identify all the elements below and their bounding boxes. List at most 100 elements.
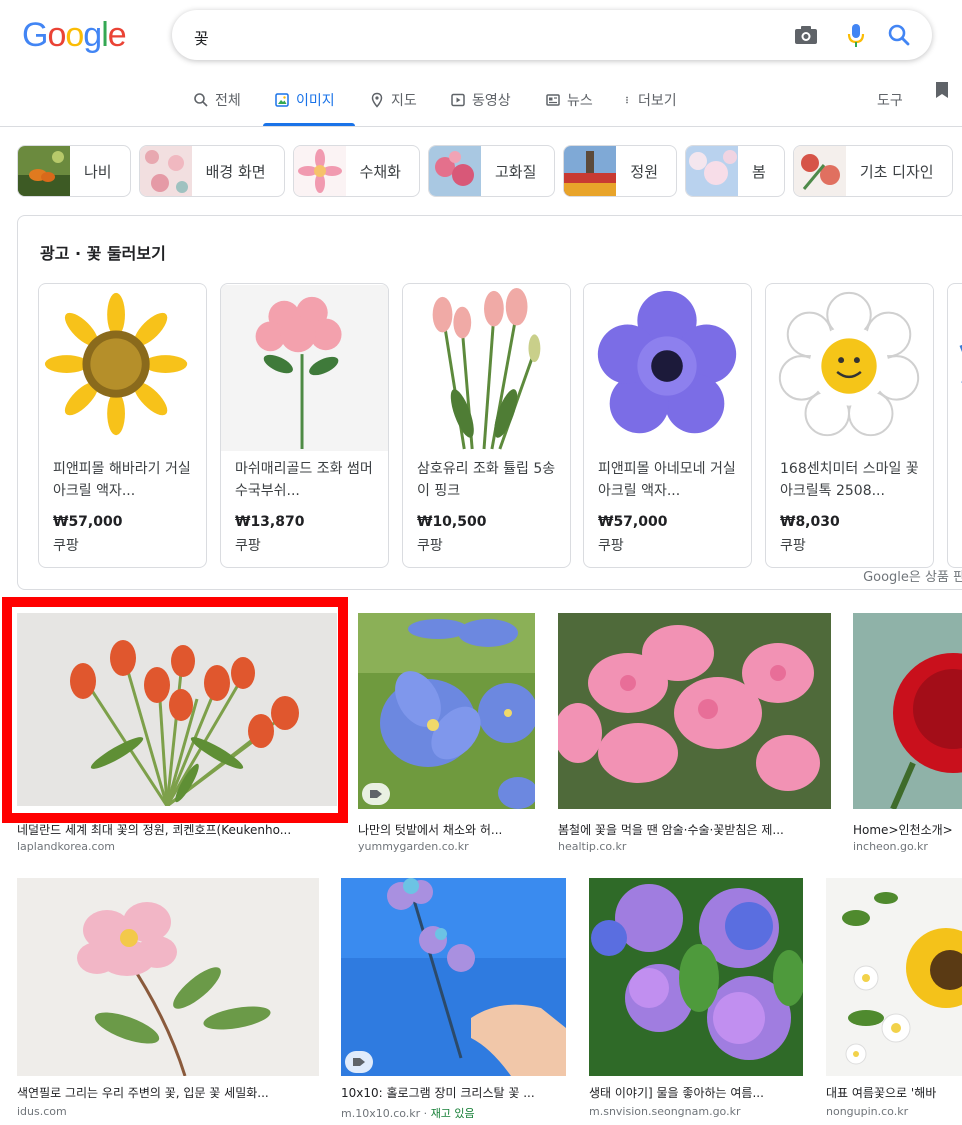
image-result[interactable]: 10x10: 홀로그램 장미 크리스탈 꽃 ... m.10x10.co.kr … [341,878,566,1125]
chip-watercolor[interactable]: 수채화 [292,145,420,197]
result-source: healtip.co.kr [558,840,627,853]
tab-all[interactable]: 전체 [193,90,241,110]
chip-butterfly[interactable]: 나비 [17,145,131,197]
product-price: ₩10,500 [417,514,487,530]
product-image [766,284,933,452]
tab-images[interactable]: 이미지 [274,90,335,110]
result-image [341,878,566,1076]
product-name: 피앤피몰 아네모네 거실 아크릴 액자... [598,461,736,499]
search-icon[interactable] [886,22,912,48]
in-stock-label: 재고 있음 [430,1107,475,1120]
search-tabs: 전체 이미지 지도 동영상 뉴스 더보기 도구 [0,60,962,127]
image-result[interactable]: 나만의 텃밭에서 채소와 허... yummygarden.co.kr [358,613,535,855]
result-image [589,878,803,1076]
search-icon [194,93,208,107]
result-title: 10x10: 홀로그램 장미 크리스탈 꽃 ... [341,1086,535,1100]
product-card[interactable]: 마쉬매리골드 조화 썸머 수국부쉬... ₩13,870 쿠팡 [220,283,389,568]
product-image [403,284,570,452]
mic-icon[interactable] [844,21,868,49]
result-title: 색연필로 그리는 우리 주변의 꽃, 입문 꽃 세밀화... [17,1086,269,1100]
image-icon [275,93,289,107]
chip-thumbnail [293,146,346,196]
chip-garden[interactable]: 정원 [563,145,677,197]
chip-wallpaper[interactable]: 배경 화면 [138,145,285,197]
image-result[interactable]: 네덜란드 세계 최대 꽃의 정원, 쾨켄호프(Keukenho... lapla… [17,613,337,855]
image-result[interactable]: 생태 이야기] 물을 좋아하는 여름... m.snvision.seongna… [589,878,803,1125]
result-image [853,613,962,809]
product-image [221,284,388,452]
result-title: 나만의 텃밭에서 채소와 허... [358,823,503,837]
product-store: 쿠팡 [417,538,443,554]
price-tag-icon [345,1051,373,1073]
product-card[interactable]: 피앤피몰 해바라기 거실 아크릴 액자... ₩57,000 쿠팡 [38,283,207,568]
play-icon [451,93,465,107]
price-tag-icon [362,783,390,805]
chip-basic-design[interactable]: 기초 디자인 [792,145,953,197]
product-name: 피앤피몰 해바라기 거실 아크릴 액자... [53,461,191,499]
search-input[interactable]: 꽃 [194,25,209,49]
product-image [39,284,206,452]
product-price: ₩57,000 [598,514,668,530]
result-title: 네덜란드 세계 최대 꽃의 정원, 쾨켄호프(Keukenho... [17,823,292,837]
shopping-ads-panel: 광고 · 꽃 둘러보기 피앤피몰 해바라기 거실 아크릴 액자... ₩57,0… [17,215,962,590]
ads-disclaimer[interactable]: Google은 상품 판디 [863,566,962,585]
product-image [948,288,962,448]
product-price: ₩57,000 [53,514,123,530]
active-tab-indicator [263,123,355,126]
product-name: 삼호유리 조화 튤립 5송이 핑크 [417,461,556,499]
product-store: 쿠팡 [235,538,261,554]
product-store: 쿠팡 [780,538,806,554]
result-image [17,613,337,806]
chip-thumbnail [18,146,70,196]
product-name: 168센치미터 스마일 꽃 아크릴톡 2508... [780,461,919,499]
image-result[interactable]: 대표 여름꽃으로 '해바 nongupin.co.kr [826,878,962,1125]
tools-button[interactable]: 도구 [877,90,903,110]
product-image [584,284,751,452]
result-title: 봄철에 꽃을 먹을 땐 암술·수술·꽃받침은 제... [558,823,784,837]
result-source: m.snvision.seongnam.go.kr [589,1105,741,1118]
product-name: 마쉬매리골드 조화 썸머 수국부쉬... [235,461,373,499]
ads-title: 광고 · 꽃 둘러보기 [40,244,166,263]
more-vert-icon [626,96,628,104]
result-image [17,878,319,1076]
result-source: nongupin.co.kr [826,1105,909,1118]
related-search-chips: 나비 배경 화면 수채화 고화질 정원 봄 기초 디자인 [17,145,953,199]
result-source: yummygarden.co.kr [358,840,469,853]
search-box[interactable]: 꽃 [172,10,932,60]
result-source: laplandkorea.com [17,840,116,853]
image-result[interactable]: 봄철에 꽃을 먹을 땐 암술·수술·꽃받침은 제... healtip.co.k… [558,613,831,855]
chip-thumbnail [428,146,481,196]
chip-spring[interactable]: 봄 [685,145,785,197]
camera-icon[interactable] [792,23,820,47]
tab-news[interactable]: 뉴스 [545,90,593,110]
result-source: m.10x10.co.kr · 재고 있음 [341,1107,475,1120]
product-store: 쿠팡 [53,538,79,554]
chip-thumbnail [139,146,192,196]
product-card[interactable]: 168센치미터 스마일 꽃 아크릴톡 2508... ₩8,030 쿠팡 [765,283,934,568]
product-price: ₩13,870 [235,514,305,530]
product-card[interactable]: 삼호유리 조화 튤립 5송이 핑크 ₩10,500 쿠팡 [402,283,571,568]
image-result[interactable]: Home>인천소개> incheon.go.kr [853,613,962,855]
result-title: Home>인천소개> [853,823,953,837]
result-image [558,613,831,809]
result-title: 대표 여름꽃으로 '해바 [826,1086,937,1100]
image-result[interactable]: 색연필로 그리는 우리 주변의 꽃, 입문 꽃 세밀화... idus.com [17,878,319,1125]
result-source: idus.com [17,1105,67,1118]
news-icon [546,94,560,106]
result-image [358,613,535,809]
product-store: 쿠팡 [598,538,624,554]
result-title: 생태 이야기] 물을 좋아하는 여름... [589,1086,764,1100]
tab-more[interactable]: 더보기 [622,90,677,110]
chip-thumbnail [564,146,617,196]
bookmark-icon[interactable] [934,80,950,100]
chip-high-resolution[interactable]: 고화질 [427,145,556,197]
chip-thumbnail [686,146,738,196]
tab-maps[interactable]: 지도 [369,90,417,110]
result-source: incheon.go.kr [853,840,928,853]
product-card[interactable]: 피앤피몰 아네모네 거실 아크릴 액자... ₩57,000 쿠팡 [583,283,752,568]
product-card[interactable] [947,283,962,568]
chip-thumbnail [793,146,846,196]
result-image [826,878,962,1076]
tab-videos[interactable]: 동영상 [450,90,511,110]
google-logo[interactable]: Google [22,16,127,55]
